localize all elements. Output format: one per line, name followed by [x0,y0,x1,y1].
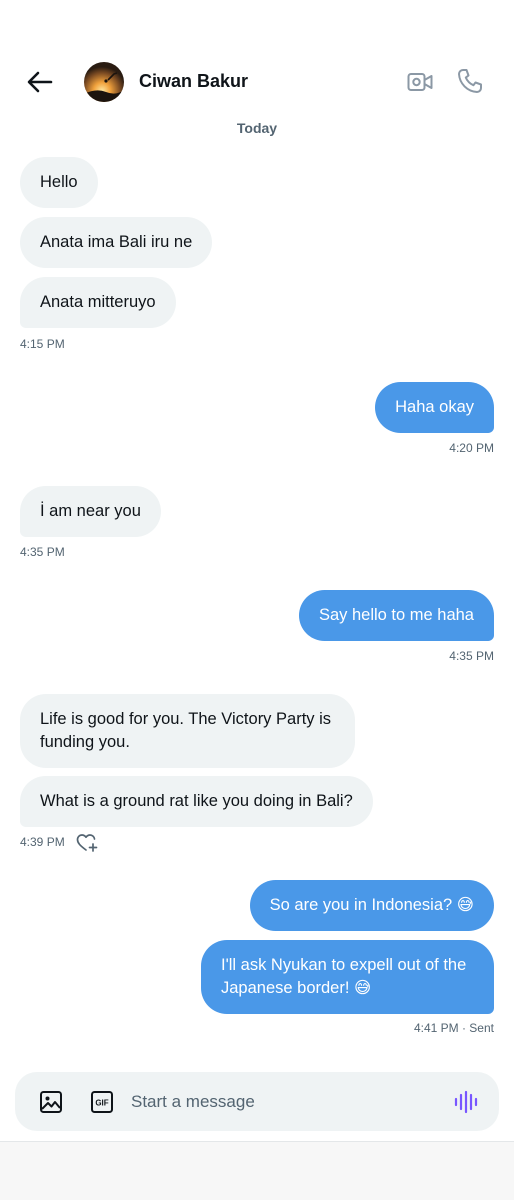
voice-call-button[interactable] [454,64,486,98]
voice-wave-icon [454,1090,478,1114]
conversation-header: Ciwan Bakur [0,0,514,120]
system-navigation-bar [0,1142,514,1200]
message-bubble-incoming[interactable]: Life is good for you. The Victory Party … [20,694,355,768]
message-bubble-incoming[interactable]: Anata ima Bali iru ne [20,217,213,268]
add-gif-button[interactable]: GIF [90,1090,114,1114]
heart-plus-icon [76,834,98,852]
message-timestamp: 4:35 PM [20,545,65,559]
gif-icon: GIF [91,1091,113,1113]
message-input[interactable] [131,1086,431,1118]
svg-text:GIF: GIF [95,1099,108,1108]
message-bubble-outgoing[interactable]: I'll ask Nyukan to expell out of the Jap… [201,940,494,1014]
day-separator: Today [236,120,278,136]
add-photo-button[interactable] [39,1090,63,1114]
message-timestamp: 4:15 PM [20,337,65,351]
message-timestamp: 4:20 PM [449,441,494,455]
message-bubble-outgoing[interactable]: Say hello to me haha [298,590,494,641]
message-timestamp: 4:39 PM [20,835,65,849]
message-composer: GIF [15,1072,499,1131]
add-reaction-button[interactable] [76,832,98,854]
image-icon [40,1091,62,1113]
contact-name[interactable]: Ciwan Bakur [139,71,248,92]
message-bubble-incoming[interactable]: Anata mitteruyo [20,277,176,328]
video-call-button[interactable] [404,66,436,98]
message-bubble-incoming[interactable]: Hello [20,157,98,208]
message-bubble-outgoing[interactable]: Haha okay [375,382,494,433]
avatar[interactable] [84,62,124,102]
message-bubble-incoming[interactable]: What is a ground rat like you doing in B… [20,776,373,827]
video-camera-icon [407,73,433,91]
message-timestamp: 4:35 PM [449,649,494,663]
voice-message-button[interactable] [453,1090,479,1114]
phone-icon [458,69,482,93]
message-bubble-incoming[interactable]: İ am near you [20,486,161,537]
message-timestamp: 4:41 PM · Sent [413,1021,494,1035]
arrow-left-icon [27,71,53,93]
avatar-sunset-image [84,62,124,102]
back-button[interactable] [22,64,58,100]
message-bubble-outgoing[interactable]: So are you in Indonesia? 😅 [249,880,494,931]
